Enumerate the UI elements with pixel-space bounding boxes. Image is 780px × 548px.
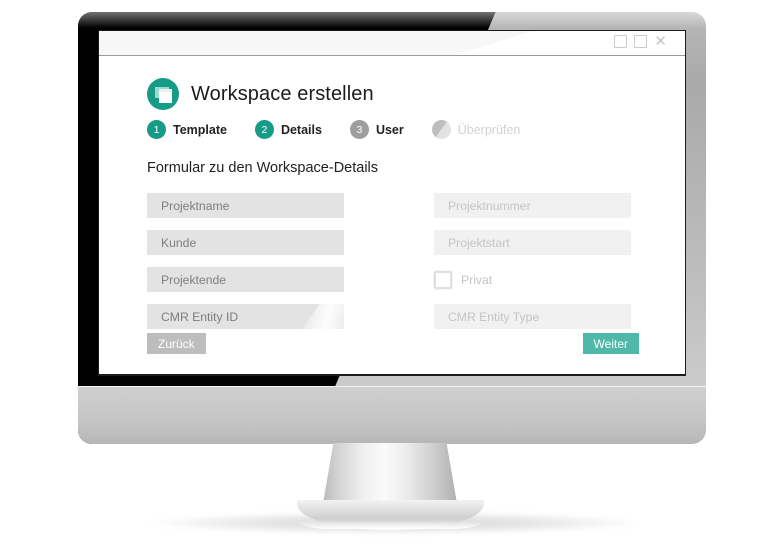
logo-front-window: [159, 89, 172, 103]
step-2-bubble: 2: [254, 120, 274, 139]
scene: ✕ Workspace erstellen 1 Template 2 Detai…: [0, 0, 780, 548]
projektstart-field[interactable]: Projektstart: [434, 230, 631, 255]
dialog-header: Workspace erstellen: [147, 78, 374, 110]
monitor-stand-base: [297, 500, 484, 530]
screen: ✕ Workspace erstellen 1 Template 2 Detai…: [99, 31, 685, 374]
maximize-window-icon[interactable]: [634, 35, 648, 48]
projektname-field[interactable]: Projektname: [147, 193, 344, 218]
projektname-placeholder: Projektname: [161, 198, 230, 213]
cmr-entity-type-field[interactable]: CMR Entity Type: [434, 304, 631, 329]
field-shine-overlay: [302, 304, 344, 329]
next-button[interactable]: Weiter: [582, 333, 639, 354]
form-column-right: Projektnummer Projektstart Privat CMR En…: [434, 193, 631, 341]
projektstart-placeholder: Projektstart: [448, 235, 510, 250]
step-4-label: Überprüfen: [457, 122, 521, 137]
step-template[interactable]: 1 Template: [147, 120, 227, 139]
projektende-field[interactable]: Projektende: [147, 267, 344, 292]
workspace-wizard-dialog: Workspace erstellen 1 Template 2 Details…: [99, 56, 685, 374]
step-3-label: User: [375, 122, 404, 137]
step-4-bubble: [431, 120, 451, 139]
workspace-windows-icon: [147, 78, 179, 110]
form-section-heading: Formular zu den Workspace-Details: [147, 160, 379, 176]
cmr-entity-id-placeholder: CMR Entity ID: [161, 309, 239, 324]
step-user[interactable]: 3 User: [349, 120, 404, 139]
restore-window-icon[interactable]: [614, 35, 628, 48]
privat-checkbox[interactable]: [434, 270, 452, 289]
step-1-bubble: 1: [147, 120, 166, 139]
monitor-frame: ✕ Workspace erstellen 1 Template 2 Detai…: [78, 12, 706, 444]
page-title: Workspace erstellen: [191, 82, 374, 105]
projektnummer-placeholder: Projektnummer: [448, 198, 531, 213]
projektende-placeholder: Projektende: [161, 272, 227, 287]
close-window-icon[interactable]: ✕: [654, 34, 667, 49]
kunde-placeholder: Kunde: [161, 235, 197, 250]
step-2-label: Details: [280, 122, 322, 137]
step-review[interactable]: Überprüfen: [431, 120, 521, 139]
window-titlebar: ✕: [99, 31, 685, 56]
cmr-entity-id-field[interactable]: CMR Entity ID: [147, 304, 344, 329]
window-controls: ✕: [614, 34, 667, 49]
monitor-chin: [78, 386, 706, 444]
wizard-stepper: 1 Template 2 Details 3 User Überprüfen: [147, 120, 548, 139]
step-details[interactable]: 2 Details: [254, 120, 322, 139]
kunde-field[interactable]: Kunde: [147, 230, 344, 255]
privat-checkbox-label: Privat: [461, 272, 493, 287]
step-3-bubble: 3: [349, 120, 369, 139]
dialog-footer: Zurück Weiter: [147, 333, 639, 355]
cmr-entity-type-placeholder: CMR Entity Type: [448, 309, 540, 324]
privat-checkbox-row[interactable]: Privat: [434, 267, 631, 292]
step-1-label: Template: [173, 122, 227, 137]
projektnummer-field[interactable]: Projektnummer: [434, 193, 631, 218]
back-button[interactable]: Zurück: [147, 333, 206, 354]
form-column-left: Projektname Kunde Projektende CMR Entity…: [147, 193, 344, 341]
